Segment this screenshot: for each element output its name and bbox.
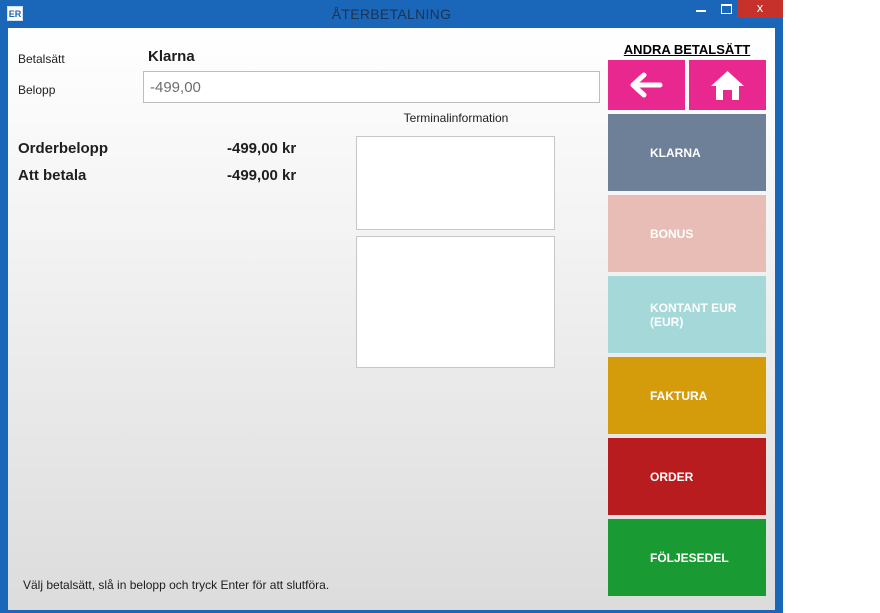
payment-panel: Betalsätt Klarna Belopp Orderbelopp -499… bbox=[8, 28, 775, 610]
order-amount-value: -499,00 kr bbox=[227, 140, 297, 157]
pay-method-bonus-button[interactable]: BONUS bbox=[608, 195, 766, 272]
maximize-icon bbox=[721, 4, 732, 14]
app-window: ER ÅTERBETALNING x Betalsätt Klarna Belo… bbox=[0, 0, 783, 613]
title-bar[interactable]: ER ÅTERBETALNING x bbox=[0, 0, 783, 28]
pay-method-klarna-button[interactable]: KLARNA bbox=[608, 114, 766, 191]
other-payment-methods-title: ANDRA BETALSÄTT bbox=[623, 42, 751, 57]
pay-method-cash-eur-button[interactable]: KONTANT EUR (EUR) bbox=[608, 276, 766, 353]
minimize-icon bbox=[696, 10, 706, 12]
window-title: ÅTERBETALNING bbox=[331, 6, 452, 22]
home-icon bbox=[711, 71, 744, 100]
amount-input[interactable] bbox=[143, 71, 600, 103]
terminal-info-title: Terminalinformation bbox=[403, 111, 509, 125]
payment-method-label: Betalsätt bbox=[18, 52, 65, 66]
close-icon: x bbox=[756, 0, 764, 15]
instruction-text: Välj betalsätt, slå in belopp och tryck … bbox=[23, 578, 330, 592]
terminal-display-top bbox=[356, 136, 555, 230]
home-button[interactable] bbox=[689, 60, 766, 110]
to-pay-value: -499,00 kr bbox=[227, 167, 297, 184]
minimize-button[interactable] bbox=[688, 0, 714, 18]
pay-method-order-button[interactable]: ORDER bbox=[608, 438, 766, 515]
back-button[interactable] bbox=[608, 60, 685, 110]
payment-method-value: Klarna bbox=[148, 48, 195, 65]
maximize-button[interactable] bbox=[713, 0, 739, 18]
to-pay-label: Att betala bbox=[18, 167, 87, 184]
arrow-left-icon bbox=[630, 72, 663, 98]
close-button[interactable]: x bbox=[737, 0, 783, 18]
amount-label: Belopp bbox=[18, 83, 56, 97]
pay-method-invoice-button[interactable]: FAKTURA bbox=[608, 357, 766, 434]
pay-method-delivery-note-button[interactable]: FÖLJESEDEL bbox=[608, 519, 766, 596]
terminal-display-bottom bbox=[356, 236, 555, 368]
order-amount-label: Orderbelopp bbox=[18, 140, 109, 157]
